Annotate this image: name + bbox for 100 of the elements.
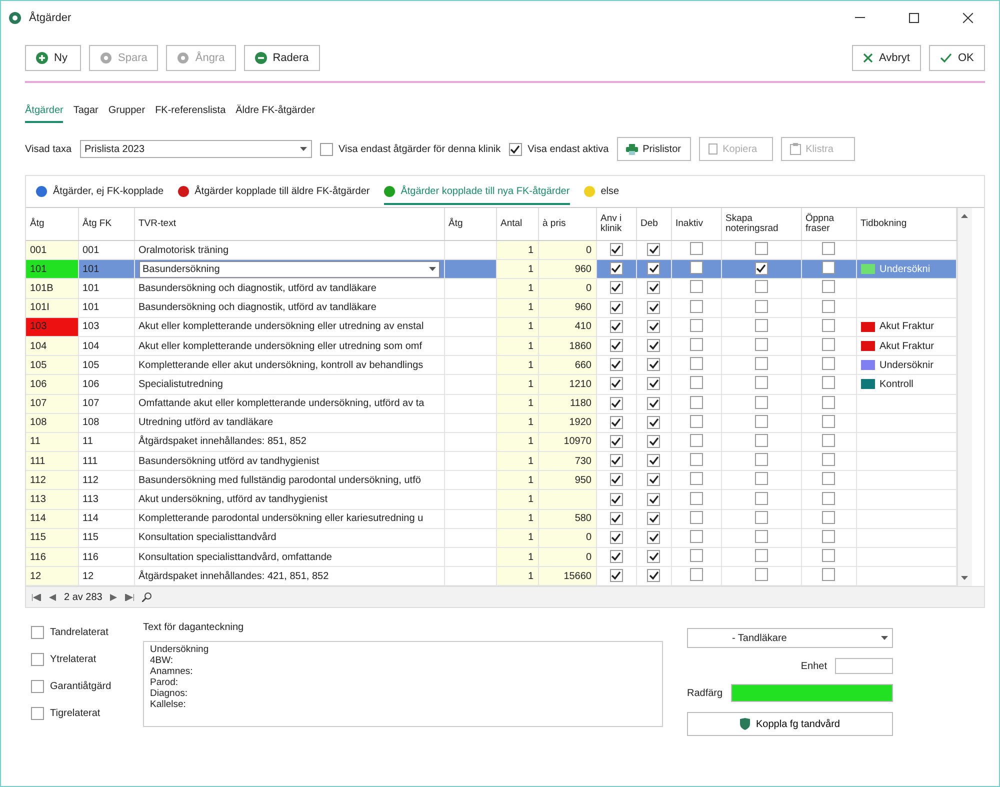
filter-tab[interactable]: Åtgärder kopplade till äldre FK-åtgärder bbox=[178, 186, 370, 205]
toolbar-button[interactable]: Ny bbox=[25, 45, 81, 71]
checkbox[interactable] bbox=[647, 454, 660, 468]
checkbox[interactable] bbox=[610, 320, 622, 333]
checkbox[interactable] bbox=[690, 318, 702, 332]
table-row[interactable]: 108 108 Utredning utförd av tandläkare 1 1920 bbox=[26, 413, 956, 432]
checkbox[interactable] bbox=[822, 492, 835, 505]
table-row[interactable]: 115 115 Konsultation specialisttandvård 1 0 bbox=[26, 528, 956, 548]
table-row[interactable]: 12 12 Åtgärdspaket innehållandes: 421, 851, 852 1 15660 bbox=[26, 566, 956, 586]
table-row[interactable]: 001 001 Oralmotorisk träning 1 0 bbox=[26, 240, 956, 260]
table-row[interactable]: 101I 101 Basundersökning och diagnostik, utförd av tandläkare 1 960 bbox=[26, 298, 956, 318]
vertical-scrollbar[interactable] bbox=[956, 208, 972, 586]
column-header[interactable]: Öppna fraser bbox=[801, 208, 856, 240]
checkbox[interactable] bbox=[754, 318, 768, 332]
table-row[interactable]: 105 105 Kompletterande eller akut undersökning, kontroll av behandlings 1 660 Undersöknir bbox=[26, 356, 956, 375]
column-header[interactable]: Åtg bbox=[444, 208, 496, 240]
checkbox[interactable] bbox=[754, 530, 768, 543]
filter-tab[interactable]: Åtgärder, ej FK-kopplade bbox=[36, 186, 164, 205]
checkbox[interactable] bbox=[610, 281, 622, 294]
checkbox[interactable] bbox=[754, 492, 768, 505]
first-page-icon[interactable] bbox=[32, 594, 41, 601]
row-color-field[interactable] bbox=[730, 684, 893, 702]
checkbox[interactable] bbox=[754, 453, 768, 466]
checkbox[interactable] bbox=[754, 510, 768, 524]
checkbox[interactable] bbox=[610, 530, 622, 544]
column-header[interactable]: Skapa noteringsrad bbox=[721, 208, 801, 240]
checkbox[interactable] bbox=[610, 512, 622, 525]
column-header[interactable]: TVR-text bbox=[134, 208, 444, 240]
table-row[interactable]: 103 103 Akut eller kompletterande undersökning eller utredning av enstal 1 410 Akut Fraktur bbox=[26, 317, 956, 336]
checkbox[interactable] bbox=[822, 242, 835, 256]
category-dropdown[interactable]: - Tandläkare bbox=[687, 628, 893, 648]
next-page-icon[interactable] bbox=[110, 594, 118, 601]
checkbox[interactable] bbox=[610, 358, 622, 372]
tab[interactable]: Tagar bbox=[73, 105, 98, 123]
checkbox[interactable] bbox=[647, 396, 660, 410]
checkbox[interactable] bbox=[822, 396, 835, 409]
checkbox[interactable] bbox=[822, 376, 835, 390]
checkbox[interactable] bbox=[822, 300, 835, 313]
checkbox[interactable] bbox=[754, 472, 768, 486]
table-row[interactable]: 114 114 Kompletterande parodontal undersökning eller kariesutredning u 1 580 bbox=[26, 509, 956, 528]
checkbox[interactable] bbox=[647, 243, 660, 256]
tab[interactable]: Åtgärder bbox=[25, 105, 64, 123]
table-row[interactable]: 101B 101 Basundersökning och diagnostik, utförd av tandläkare 1 0 bbox=[26, 278, 956, 298]
checkbox[interactable] bbox=[610, 243, 622, 256]
checkbox[interactable] bbox=[610, 434, 622, 448]
filter-tab[interactable]: else bbox=[584, 186, 620, 205]
checkbox[interactable] bbox=[690, 472, 702, 486]
checkbox[interactable] bbox=[647, 569, 660, 582]
checkbox[interactable] bbox=[690, 396, 702, 409]
checkbox[interactable] bbox=[610, 339, 622, 352]
checkbox[interactable] bbox=[610, 492, 622, 506]
checkbox[interactable] bbox=[647, 492, 660, 506]
checkbox[interactable] bbox=[822, 568, 835, 582]
checkbox[interactable] bbox=[690, 357, 702, 370]
table-row[interactable]: 116 116 Konsultation specialisttandvård, omfattande 1 0 bbox=[26, 548, 956, 567]
column-header[interactable]: Anv i klinik bbox=[596, 208, 636, 240]
checkbox[interactable] bbox=[822, 318, 835, 332]
checkbox[interactable] bbox=[690, 338, 702, 352]
checkbox[interactable] bbox=[690, 530, 702, 543]
checkbox[interactable] bbox=[647, 281, 660, 294]
checkbox[interactable] bbox=[690, 568, 702, 582]
checkbox[interactable] bbox=[690, 510, 702, 524]
table-row[interactable]: 107 107 Omfattande akut eller kompletterande undersökning, utförd av ta 1 1180 bbox=[26, 394, 956, 414]
checkbox[interactable] bbox=[610, 416, 622, 429]
table-row[interactable]: 113 113 Akut undersökning, utförd av tandhygienist 1 bbox=[26, 490, 956, 510]
toolbar-button[interactable]: Radera bbox=[244, 45, 320, 71]
checkbox[interactable] bbox=[647, 339, 660, 352]
checkbox[interactable] bbox=[610, 550, 622, 564]
checkbox[interactable] bbox=[690, 414, 702, 428]
checkbox[interactable] bbox=[690, 280, 702, 294]
column-header[interactable]: Tidbokning bbox=[856, 208, 956, 240]
checkbox[interactable] bbox=[690, 261, 702, 274]
checkbox[interactable] bbox=[647, 530, 660, 544]
checkbox[interactable] bbox=[754, 434, 768, 447]
table-row[interactable]: 112 112 Basundersökning med fullständig parodontal undersökning, utfö 1 950 bbox=[26, 470, 956, 490]
checkbox[interactable] bbox=[754, 280, 768, 294]
checkbox[interactable] bbox=[822, 549, 835, 562]
checkbox[interactable] bbox=[647, 416, 660, 429]
checkbox[interactable] bbox=[690, 300, 702, 313]
filter-tab[interactable]: Åtgärder kopplade till nya FK-åtgärder bbox=[384, 186, 570, 205]
checkbox[interactable] bbox=[754, 396, 768, 409]
checkbox[interactable] bbox=[610, 300, 622, 314]
checkbox[interactable] bbox=[690, 376, 702, 390]
checkbox[interactable] bbox=[822, 261, 835, 274]
taxa-dropdown[interactable]: Prislista 2023 bbox=[80, 140, 312, 158]
checkbox[interactable] bbox=[690, 549, 702, 562]
checkbox[interactable] bbox=[647, 358, 660, 372]
checkbox[interactable] bbox=[822, 434, 835, 447]
checkbox[interactable] bbox=[610, 262, 622, 276]
checkbox[interactable] bbox=[647, 262, 660, 276]
checkbox[interactable] bbox=[754, 262, 768, 276]
last-page-icon[interactable] bbox=[125, 594, 134, 601]
checkbox[interactable] bbox=[822, 453, 835, 466]
checkbox[interactable] bbox=[822, 338, 835, 352]
checkbox[interactable] bbox=[647, 434, 660, 448]
checkbox[interactable] bbox=[647, 550, 660, 564]
checkbox[interactable] bbox=[822, 530, 835, 543]
checkbox[interactable] bbox=[754, 300, 768, 313]
toolbar-button[interactable]: OK bbox=[929, 45, 985, 71]
tab[interactable]: FK-referenslista bbox=[155, 105, 226, 123]
